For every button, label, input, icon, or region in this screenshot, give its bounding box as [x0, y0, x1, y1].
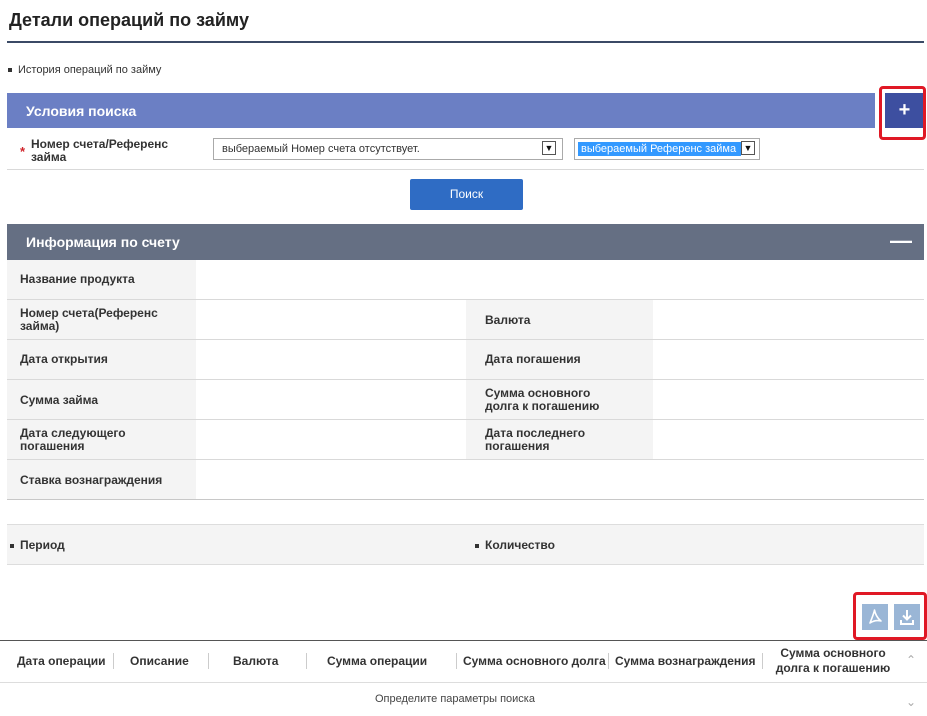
currency-label: Валюта [485, 313, 531, 327]
column-header-principal: Сумма основного долга [463, 654, 606, 668]
column-header-interest: Сумма вознаграждения [615, 654, 756, 668]
account-number-select-value: выбераемый Номер счета отсутствует. [222, 143, 420, 155]
empty-table-message: Определите параметры поиска [375, 693, 535, 705]
search-button[interactable]: Поиск [410, 179, 523, 210]
info-row-divider [7, 379, 924, 380]
column-header-operation-amount: Сумма операции [327, 654, 428, 668]
open-date-label: Дата открытия [20, 352, 108, 366]
page-title: Детали операций по займу [9, 10, 249, 30]
highlight-box-export [853, 592, 927, 640]
column-header-currency: Валюта [233, 654, 279, 668]
column-header-principal-due: Сумма основного долга к погашению [775, 646, 891, 675]
column-separator [113, 653, 114, 669]
loan-amount-label: Сумма займа [20, 393, 99, 407]
table-header-divider [0, 682, 927, 683]
chevron-up-icon: ⌃ [906, 653, 917, 667]
account-number-select[interactable]: выбераемый Номер счета отсутствует. ▼ [213, 138, 563, 160]
table-top-border [0, 640, 927, 641]
column-header-date: Дата операции [17, 654, 106, 668]
column-separator [306, 653, 307, 669]
collapse-info-button[interactable]: — [890, 228, 912, 254]
chevron-down-icon: ▼ [741, 141, 755, 155]
account-number-label: Номер счета(Референс займа) [20, 306, 158, 333]
info-row-divider [7, 419, 924, 420]
column-separator [456, 653, 457, 669]
column-separator [762, 653, 763, 669]
next-repayment-label: Дата следующего погашения [20, 426, 126, 453]
chevron-down-icon: ▼ [542, 141, 556, 155]
chevron-down-icon: ⌄ [906, 695, 917, 709]
repayment-date-label: Дата погашения [485, 352, 581, 366]
interest-rate-label: Ставка вознаграждения [20, 473, 163, 487]
info-row-divider [7, 499, 924, 500]
row-divider [7, 169, 924, 170]
highlight-box-expand [879, 86, 926, 140]
loan-reference-select-value: выберaемый Референс займа [578, 142, 741, 156]
bullet-icon [8, 68, 12, 73]
loan-reference-select[interactable]: выберaемый Референс займа ▼ [574, 138, 760, 160]
column-separator [208, 653, 209, 669]
column-separator [608, 653, 609, 669]
search-conditions-title: Условия поиска [26, 103, 137, 119]
history-link[interactable]: История операций по займу [8, 64, 161, 76]
search-conditions-header: Условия поиска [7, 93, 875, 128]
quantity-filter[interactable]: Количество [475, 539, 555, 552]
product-name-label: Название продукта [20, 272, 135, 286]
info-label-column-left [7, 260, 196, 500]
info-row-divider [7, 299, 924, 300]
quantity-label: Количество [485, 538, 555, 552]
account-info-header: Информация по счету — [7, 224, 924, 260]
period-filter[interactable]: Период [10, 539, 65, 552]
scroll-down-button[interactable]: ⌄ [906, 695, 916, 709]
column-header-description: Описание [130, 654, 189, 668]
account-reference-label: Номер счета/Референс займа [31, 137, 169, 164]
history-link-label: История операций по займу [18, 64, 162, 76]
last-repayment-label: Дата последнего погашения [485, 426, 586, 453]
principal-due-label: Сумма основного долга к погашению [485, 386, 600, 413]
bullet-icon [10, 543, 14, 548]
title-divider [7, 41, 924, 43]
info-row-divider [7, 339, 924, 340]
filter-band [7, 524, 924, 565]
account-info-title: Информация по счету [26, 234, 180, 250]
minus-icon: — [890, 228, 912, 253]
period-label: Период [20, 538, 65, 552]
info-row-divider [7, 459, 924, 460]
scroll-up-button[interactable]: ⌃ [906, 653, 916, 667]
bullet-icon [475, 543, 479, 548]
required-marker: * [20, 144, 26, 159]
